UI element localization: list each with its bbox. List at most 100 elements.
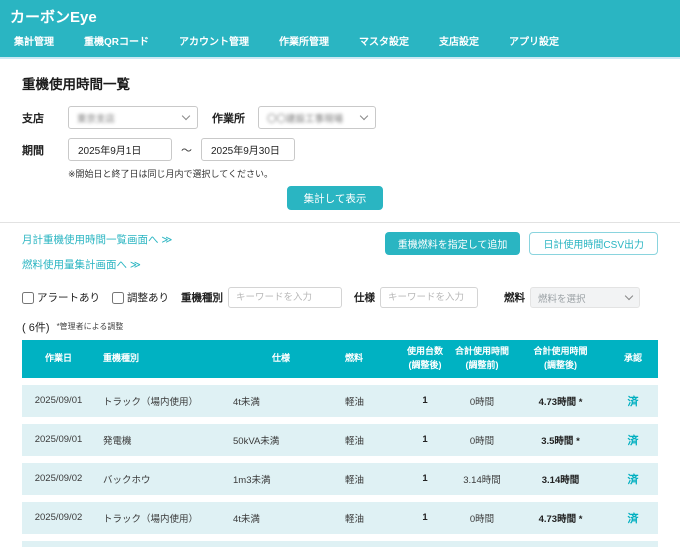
cell-spec: 50kVA未満 — [225, 540, 337, 547]
chevron-down-icon — [359, 111, 369, 121]
cell-machine: トラック（場内使用） — [95, 384, 225, 417]
period-label: 期間 — [22, 144, 44, 157]
period-tilde: 〜 — [181, 144, 192, 157]
cell-spec: 1m3未満 — [225, 462, 337, 495]
table-body: 2025/09/01 トラック（場内使用） 4t未満 軽油 1 0時間 4.73時間 * 済 2… — [22, 384, 658, 547]
fuel-select-value: 燃料を選択 — [538, 293, 586, 305]
cell-approval: 済 — [608, 501, 658, 534]
cell-total_before: 0時間 — [451, 384, 513, 417]
app-title: カーボンEye — [10, 9, 97, 26]
result-count: ( 6件) — [22, 322, 50, 334]
quick-link-1[interactable]: 月計重機使用時間一覧画面へ ≫ — [22, 232, 172, 247]
alert-checkbox-label: アラートあり — [37, 292, 100, 304]
cell-units: 1 — [399, 462, 451, 495]
cell-total_before: 0時間 — [451, 540, 513, 547]
app-header: カーボンEye 集計管理 重機QRコード アカウント管理 作業所管理 マスタ設定 支店設定… — [0, 0, 680, 59]
cell-total_after: 4.73時間 * — [513, 501, 608, 534]
end-date-input[interactable] — [201, 138, 295, 161]
adjusted-checkbox-label: 調整あり — [127, 292, 169, 304]
quick-links: 月計重機使用時間一覧画面へ ≫ 燃料使用量集計画面へ ≫ — [22, 232, 172, 272]
cell-fuel: 軽油 — [337, 501, 399, 534]
cell-total_before: 0時間 — [451, 501, 513, 534]
nav-item-6[interactable]: 支店設定 — [439, 33, 479, 48]
branch-select[interactable]: 東京支店 — [68, 106, 198, 129]
fuel-select[interactable]: 燃料を選択 — [530, 287, 640, 308]
cell-machine: バックホウ — [95, 462, 225, 495]
col-header-date: 作業日 — [22, 340, 95, 378]
usage-table: 作業日 重機種別 仕様 燃料 使用台数 (調整後) 合計使用時間 (調整前) 合計使用時間 (調整… — [22, 333, 658, 547]
machine-type-input[interactable] — [228, 287, 342, 308]
table-row: 2025/09/01 発電機 50kVA未満 軽油 1 0時間 3.5時間 * 済 — [22, 423, 658, 456]
cell-total_after: 3.14時間 — [513, 462, 608, 495]
cell-date: 2025/09/01 — [22, 423, 95, 456]
aggregate-button[interactable]: 集計して表示 — [287, 186, 383, 210]
cell-units: 1 — [399, 384, 451, 417]
branch-select-value: 東京支店 — [77, 113, 116, 125]
branch-label: 支店 — [22, 112, 44, 125]
cell-spec: 50kVA未満 — [225, 423, 337, 456]
adjust-note: *管理者による調整 — [56, 322, 124, 331]
quick-link-2[interactable]: 燃料使用量集計画面へ ≫ — [22, 257, 172, 272]
spec-input[interactable] — [380, 287, 478, 308]
nav-item-2[interactable]: 重機QRコード — [84, 33, 149, 48]
cell-total_before: 3.14時間 — [451, 462, 513, 495]
alert-checkbox[interactable] — [22, 291, 34, 304]
add-fuel-button[interactable]: 重機燃料を指定して追加 — [384, 232, 521, 255]
chevron-down-icon — [624, 291, 634, 301]
branch-site-row: 支店 東京支店 作業所 〇〇建設工事現場 — [22, 106, 658, 129]
cell-spec: 4t未満 — [225, 501, 337, 534]
site-select-value: 〇〇建設工事現場 — [267, 113, 344, 125]
table-row: 2025/09/02 バックホウ 1m3未満 軽油 1 3.14時間 3.14時間済 — [22, 462, 658, 495]
cell-fuel: 軽油 — [337, 384, 399, 417]
cell-total_after: 4.73時間 * — [513, 384, 608, 417]
chevron-down-icon — [181, 111, 191, 121]
nav-item-3[interactable]: アカウント管理 — [179, 33, 249, 48]
nav-item-1[interactable]: 集計管理 — [14, 33, 54, 48]
cell-date: 2025/09/02 — [22, 462, 95, 495]
spec-label: 仕様 — [354, 292, 375, 304]
col-header-approval: 承認 — [608, 340, 658, 378]
cell-total_after: 7時間 * — [513, 540, 608, 547]
cell-approval: 済 — [608, 384, 658, 417]
site-label: 作業所 — [212, 112, 245, 125]
nav-item-5[interactable]: マスタ設定 — [359, 33, 409, 48]
alert-checkbox-group: アラートあり — [22, 290, 100, 305]
fuel-label: 燃料 — [504, 292, 525, 304]
links-row: 月計重機使用時間一覧画面へ ≫ 燃料使用量集計画面へ ≫ 重機燃料を指定して追加 … — [22, 232, 658, 272]
cell-total_after: 3.5時間 * — [513, 423, 608, 456]
table-header-row: 作業日 重機種別 仕様 燃料 使用台数 (調整後) 合計使用時間 (調整前) 合計使用時間 (調整… — [22, 340, 658, 378]
cell-date: 2025/09/01 — [22, 384, 95, 417]
section-divider — [0, 222, 680, 223]
cell-fuel: 軽油 — [337, 540, 399, 547]
col-header-fuel: 燃料 — [337, 340, 399, 378]
nav-item-4[interactable]: 作業所管理 — [279, 33, 329, 48]
col-header-units: 使用台数 (調整後) — [399, 340, 451, 378]
start-date-input[interactable] — [68, 138, 172, 161]
table-row: 2025/09/02 トラック（場内使用） 4t未満 軽油 1 0時間 4.73時間 * 済 — [22, 501, 658, 534]
cell-date: 2025/09/02 — [22, 540, 95, 547]
page-title: 重機使用時間一覧 — [22, 77, 130, 92]
nav-item-7[interactable]: アプリ設定 — [509, 33, 559, 48]
cell-units: 1 — [399, 501, 451, 534]
adjusted-checkbox[interactable] — [112, 291, 124, 304]
cell-approval: 済 — [608, 540, 658, 547]
adjusted-checkbox-group: 調整あり — [112, 290, 169, 305]
period-row: 期間 〜 — [22, 138, 658, 161]
table-row: 2025/09/01 トラック（場内使用） 4t未満 軽油 1 0時間 4.73時間 * 済 — [22, 384, 658, 417]
col-header-total_after: 合計使用時間 (調整後) — [513, 340, 608, 378]
cell-spec: 4t未満 — [225, 384, 337, 417]
cell-fuel: 軽油 — [337, 462, 399, 495]
col-header-machine: 重機種別 — [95, 340, 225, 378]
main-content: 重機使用時間一覧 支店 東京支店 作業所 〇〇建設工事現場 期間 〜 ※開始日と… — [0, 73, 680, 547]
table-row: 2025/09/02発電機50kVA未満軽油10時間7時間 *済 — [22, 540, 658, 547]
site-select[interactable]: 〇〇建設工事現場 — [258, 106, 376, 129]
cell-units: 1 — [399, 423, 451, 456]
main-nav: 集計管理 重機QRコード アカウント管理 作業所管理 マスタ設定 支店設定 アプリ設定 — [0, 30, 680, 57]
machine-type-label: 重機種別 — [181, 292, 223, 304]
cell-total_before: 0時間 — [451, 423, 513, 456]
cell-machine: 発電機 — [95, 423, 225, 456]
cell-units: 1 — [399, 540, 451, 547]
csv-export-button[interactable]: 日計使用時間CSV出力 — [529, 232, 658, 255]
cell-fuel: 軽油 — [337, 423, 399, 456]
cell-date: 2025/09/02 — [22, 501, 95, 534]
